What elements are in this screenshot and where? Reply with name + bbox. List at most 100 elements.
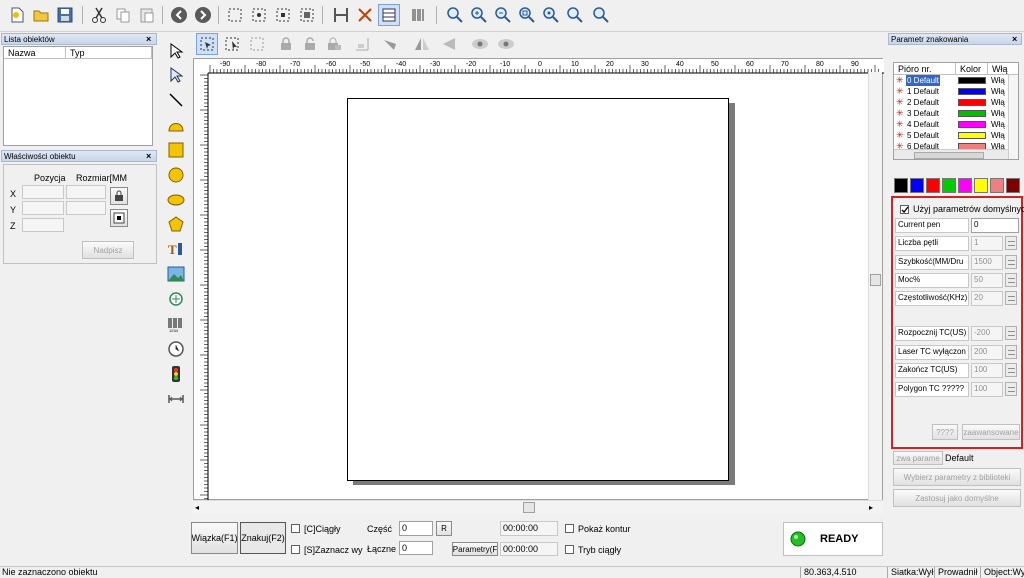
line-tool-icon[interactable]: [165, 89, 187, 111]
cut-icon[interactable]: [88, 4, 110, 26]
select-invert-icon[interactable]: [272, 4, 294, 26]
circle-tool-icon[interactable]: [165, 164, 187, 186]
select-cursor-icon[interactable]: [221, 33, 243, 55]
timer-tool-icon[interactable]: [165, 338, 187, 360]
palette-color-swatch[interactable]: [910, 178, 924, 193]
pen-color-swatch[interactable]: [958, 121, 986, 128]
lock-icon[interactable]: [275, 33, 297, 55]
zoom-in-icon[interactable]: [468, 4, 490, 26]
object-list-close-icon[interactable]: ×: [146, 34, 151, 44]
small-options-button[interactable]: ????: [932, 424, 958, 440]
node-edit-tool-icon[interactable]: [165, 64, 187, 86]
mirror-vertical-icon[interactable]: [437, 33, 459, 55]
param-spinner[interactable]: [1005, 291, 1017, 305]
rectangle-tool-icon[interactable]: [165, 139, 187, 161]
pen-row[interactable]: ✳ 0 Default Włą: [894, 75, 1008, 86]
copy-icon[interactable]: [112, 4, 134, 26]
advanced-button[interactable]: zaawansowane: [962, 424, 1020, 440]
select-mode-icon[interactable]: [196, 33, 218, 55]
table-view-icon[interactable]: [378, 4, 400, 26]
work-area-page[interactable]: [347, 98, 729, 481]
param-spinner[interactable]: [1005, 345, 1017, 359]
horizontal-scroll-thumb[interactable]: [523, 502, 535, 513]
select-from-library-button[interactable]: Wybierz parametry z biblioteki: [893, 468, 1021, 486]
center-icon[interactable]: [330, 4, 352, 26]
pen-color-swatch[interactable]: [958, 132, 986, 139]
show-contour-checkbox[interactable]: [565, 524, 574, 533]
total-count-field[interactable]: 0: [399, 541, 433, 555]
palette-color-swatch[interactable]: [894, 178, 908, 193]
pen-col-enabled[interactable]: Włą: [988, 63, 1018, 75]
image-tool-icon[interactable]: [165, 263, 187, 285]
pen-color-swatch[interactable]: [958, 110, 986, 117]
param-spinner[interactable]: [1005, 273, 1017, 287]
param-spinner[interactable]: [1005, 236, 1017, 250]
curve-tool-icon[interactable]: [165, 114, 187, 136]
vertical-scrollbar[interactable]: [868, 72, 882, 500]
barcode-tool-icon[interactable]: 1234: [165, 313, 187, 335]
tools-icon[interactable]: [354, 4, 376, 26]
show-icon[interactable]: [469, 33, 491, 55]
mark-params-close-icon[interactable]: ×: [1012, 34, 1017, 44]
shape-edit-icon[interactable]: [379, 33, 401, 55]
size-x-field[interactable]: [66, 185, 106, 199]
anchor-button[interactable]: [110, 209, 128, 227]
pen-color-swatch[interactable]: [958, 88, 986, 95]
select-all-icon[interactable]: [224, 4, 246, 26]
save-icon[interactable]: [54, 4, 76, 26]
new-file-icon[interactable]: [6, 4, 28, 26]
pen-col-number[interactable]: Pióro nr.: [894, 63, 956, 75]
pen-list-hscroll-thumb[interactable]: [914, 152, 984, 159]
param-value-field[interactable]: 1: [971, 236, 1003, 251]
pen-col-color[interactable]: Kolor: [956, 63, 988, 75]
select-tool-icon[interactable]: [165, 40, 187, 62]
mirror-horizontal-icon[interactable]: [411, 33, 433, 55]
object-list[interactable]: Nazwa Typ: [3, 46, 153, 146]
pen-row[interactable]: ✳ 1 Default Włą: [894, 86, 1008, 97]
part-count-field[interactable]: 0: [399, 521, 433, 536]
zoom-out-icon[interactable]: [492, 4, 514, 26]
pen-list-hscroll[interactable]: [894, 149, 1008, 159]
vertical-scroll-thumb[interactable]: [870, 274, 881, 286]
pen-row[interactable]: ✳ 3 Default Włą: [894, 108, 1008, 119]
unlock-icon[interactable]: [299, 33, 321, 55]
param-value-field[interactable]: 200: [971, 345, 1003, 360]
motion-tool-icon[interactable]: [165, 388, 187, 410]
grid-status[interactable]: Siatka:Wył: [887, 567, 933, 578]
horizontal-scrollbar[interactable]: ◂ ▸: [193, 500, 883, 514]
apply-button[interactable]: Nadpisz: [82, 241, 134, 259]
group-lock-icon[interactable]: [323, 33, 345, 55]
pen-enabled[interactable]: Włą: [991, 75, 1005, 86]
vector-file-tool-icon[interactable]: [165, 288, 187, 310]
pen-enabled[interactable]: Włą: [991, 108, 1005, 119]
use-defaults-checkbox[interactable]: [900, 205, 909, 214]
zoom-workspace-icon[interactable]: [590, 4, 612, 26]
zoom-icon[interactable]: [444, 4, 466, 26]
continuous-mode-checkbox[interactable]: [565, 545, 574, 554]
param-spinner[interactable]: [1005, 382, 1017, 396]
object-properties-close-icon[interactable]: ×: [146, 151, 151, 161]
mark-button[interactable]: Znakuj(F2): [240, 522, 286, 554]
pen-row[interactable]: ✳ 4 Default Włą: [894, 119, 1008, 130]
param-value-field[interactable]: 20: [971, 291, 1003, 306]
param-spinner[interactable]: [1005, 255, 1017, 269]
reset-count-button[interactable]: R: [436, 521, 452, 536]
palette-color-swatch[interactable]: [958, 178, 972, 193]
paste-icon[interactable]: [136, 4, 158, 26]
palette-color-swatch[interactable]: [942, 178, 956, 193]
scroll-left-arrow-icon[interactable]: ◂: [195, 503, 199, 512]
param-spinner[interactable]: [1005, 363, 1017, 377]
pen-list[interactable]: Pióro nr. Kolor Włą ✳ 0 Default Włą ✳ 1 Defa…: [893, 62, 1019, 160]
param-value-field[interactable]: 100: [971, 363, 1003, 378]
param-value-field[interactable]: -200: [971, 326, 1003, 341]
pen-color-swatch[interactable]: [958, 99, 986, 106]
continuous-checkbox[interactable]: [291, 524, 300, 533]
zoom-page-icon[interactable]: [564, 4, 586, 26]
select-frame-icon[interactable]: [246, 33, 268, 55]
palette-color-swatch[interactable]: [974, 178, 988, 193]
ellipse-tool-icon[interactable]: [165, 189, 187, 211]
palette-color-swatch[interactable]: [990, 178, 1004, 193]
apply-as-default-button[interactable]: Zastosuj jako domyślne: [893, 489, 1021, 507]
param-name-button[interactable]: zwa parame: [893, 451, 943, 465]
pen-enabled[interactable]: Włą: [991, 119, 1005, 130]
